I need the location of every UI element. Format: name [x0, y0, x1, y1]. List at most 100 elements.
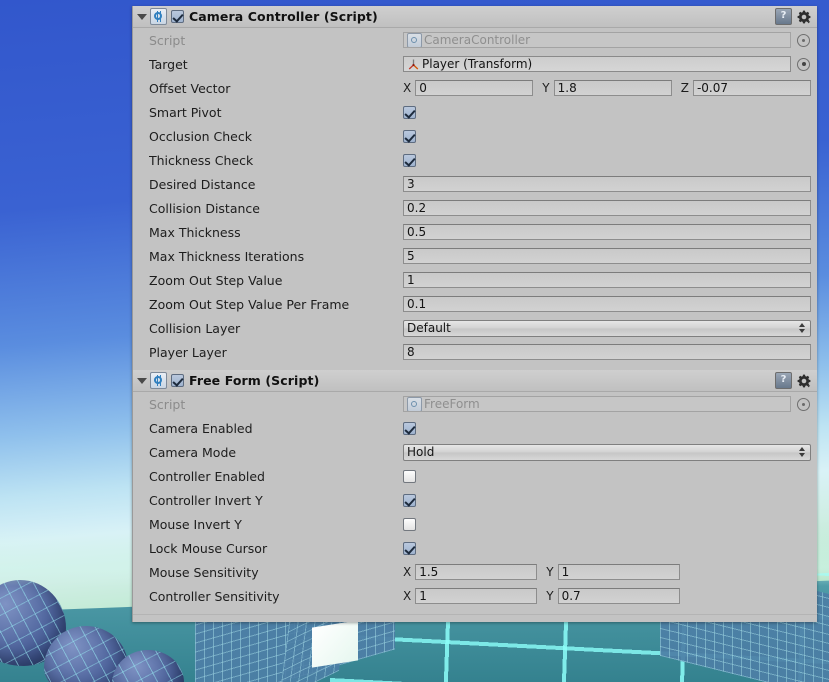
property-row-script: Script CameraController [133, 28, 817, 52]
toggle-wrapper [403, 421, 416, 435]
text-field-max-thickness[interactable]: 0.5 [403, 224, 811, 240]
property-label: Camera Enabled [149, 420, 253, 436]
foldout-arrow-icon[interactable] [136, 10, 149, 23]
checkbox-thickness-check[interactable] [403, 153, 416, 167]
component-title: Camera Controller (Script) [189, 9, 378, 24]
dropdown-value: Hold [407, 445, 435, 459]
csharp-script-icon [407, 397, 422, 411]
property-row-offset-vector: Offset Vector X 0 Y 1.8 Z -0.07 [133, 76, 817, 100]
axis-label-z: Z [680, 81, 689, 95]
object-field-script[interactable]: FreeForm [403, 396, 791, 412]
foldout-arrow-icon[interactable] [136, 374, 149, 387]
header-icons [775, 372, 813, 389]
property-field [403, 469, 811, 483]
component-enabled-checkbox[interactable] [171, 10, 184, 23]
chevron-updown-icon [799, 447, 805, 457]
property-field [403, 129, 811, 143]
component-camera-controller-script: Camera Controller (Script)Script CameraCo… [133, 6, 817, 370]
help-book-icon[interactable] [775, 372, 792, 389]
property-row-controller-invert-y: Controller Invert Y [133, 488, 817, 512]
property-label: Desired Distance [149, 176, 256, 192]
property-field: 1 [403, 272, 811, 288]
vector-field-mouse-sensitivity-y[interactable]: 1 [557, 564, 680, 580]
axis-label-y: Y [546, 589, 554, 603]
csharp-script-icon [150, 372, 167, 389]
text-field-collision-distance[interactable]: 0.2 [403, 200, 811, 216]
object-field-value: Player (Transform) [422, 57, 533, 71]
text-field-zoom-out-step-value-per-frame[interactable]: 0.1 [403, 296, 811, 312]
csharp-script-icon [407, 33, 422, 47]
property-row-thickness-check: Thickness Check [133, 148, 817, 172]
toggle-wrapper [403, 105, 416, 119]
property-label: Max Thickness [149, 224, 241, 240]
checkbox-controller-invert-y[interactable] [403, 493, 416, 507]
help-book-icon[interactable] [775, 8, 792, 25]
checkbox-mouse-invert-y[interactable] [403, 517, 416, 531]
vector-field-controller-sensitivity-x[interactable]: 1 [415, 588, 538, 604]
property-row-zoom-out-step-value: Zoom Out Step Value 1 [133, 268, 817, 292]
object-field-script[interactable]: CameraController [403, 32, 791, 48]
text-field-zoom-out-step-value[interactable]: 1 [403, 272, 811, 288]
property-field: Player (Transform) [403, 56, 811, 72]
vector-field-offset-vector-x[interactable]: 0 [415, 80, 534, 96]
text-field-player-layer[interactable]: 8 [403, 344, 811, 360]
property-label: Controller Invert Y [149, 492, 263, 508]
vector-field-offset-vector-y[interactable]: 1.8 [553, 80, 672, 96]
text-field-desired-distance[interactable]: 3 [403, 176, 811, 192]
component-enabled-checkbox[interactable] [171, 374, 184, 387]
toggle-wrapper [403, 517, 416, 531]
object-field-value: CameraController [424, 33, 531, 47]
property-field [403, 153, 811, 167]
checkbox-camera-enabled[interactable] [403, 421, 416, 435]
property-label: Script [149, 396, 186, 412]
property-field: 5 [403, 248, 811, 264]
property-label: Mouse Sensitivity [149, 564, 259, 580]
property-row-lock-mouse-cursor: Lock Mouse Cursor [133, 536, 817, 560]
property-row-desired-distance: Desired Distance 3 [133, 172, 817, 196]
text-field-max-thickness-iterations[interactable]: 5 [403, 248, 811, 264]
checkbox-occlusion-check[interactable] [403, 129, 416, 143]
checkbox-controller-enabled[interactable] [403, 469, 416, 483]
gear-icon[interactable] [797, 374, 811, 388]
checkbox-lock-mouse-cursor[interactable] [403, 541, 416, 555]
property-label: Controller Enabled [149, 468, 265, 484]
component-header-free-form-script[interactable]: Free Form (Script) [133, 370, 817, 392]
property-label: Lock Mouse Cursor [149, 540, 268, 556]
property-field [403, 541, 811, 555]
csharp-script-icon [150, 8, 167, 25]
property-label: Mouse Invert Y [149, 516, 242, 532]
property-field [403, 493, 811, 507]
vector-field-controller-sensitivity-y[interactable]: 0.7 [557, 588, 680, 604]
component-header-camera-controller-script[interactable]: Camera Controller (Script) [133, 6, 817, 28]
object-picker-button[interactable] [797, 33, 810, 47]
vector-field-mouse-sensitivity-x[interactable]: 1.5 [415, 564, 538, 580]
axis-label-y: Y [546, 565, 554, 579]
property-field: X 1.5 Y 1 [403, 564, 811, 580]
property-field: CameraController [403, 32, 811, 48]
property-row-controller-enabled: Controller Enabled [133, 464, 817, 488]
panel-footer [133, 614, 817, 622]
property-field [403, 421, 811, 435]
toggle-wrapper [403, 541, 416, 555]
inspector-panel: Camera Controller (Script)ScriptCameraCo… [132, 6, 817, 622]
axis-label-x: X [403, 81, 412, 95]
checkbox-smart-pivot[interactable] [403, 105, 416, 119]
vector-field-offset-vector-z[interactable]: -0.07 [692, 80, 811, 96]
chevron-updown-icon [799, 323, 805, 333]
property-label: Player Layer [149, 344, 227, 360]
object-picker-button[interactable] [797, 397, 810, 411]
property-label: Script [149, 32, 186, 48]
property-label: Controller Sensitivity [149, 588, 280, 604]
object-field-target[interactable]: Player (Transform) [403, 56, 791, 72]
property-row-mouse-invert-y: Mouse Invert Y [133, 512, 817, 536]
gear-icon[interactable] [797, 10, 811, 24]
property-label: Zoom Out Step Value Per Frame [149, 296, 350, 312]
property-row-camera-enabled: Camera Enabled [133, 416, 817, 440]
property-field [403, 517, 811, 531]
property-row-target: Target Player (Transform) [133, 52, 817, 76]
dropdown-collision-layer[interactable]: Default [403, 319, 811, 337]
object-picker-button[interactable] [797, 57, 810, 71]
property-label: Thickness Check [149, 152, 254, 168]
toggle-wrapper [403, 469, 416, 483]
dropdown-camera-mode[interactable]: Hold [403, 443, 811, 461]
